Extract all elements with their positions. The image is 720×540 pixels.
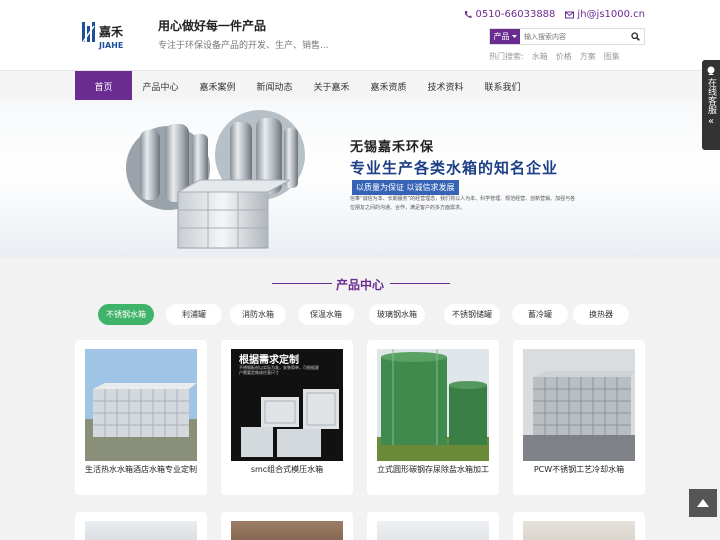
arrow-up-icon bbox=[697, 499, 709, 507]
svg-text:嘉禾: 嘉禾 bbox=[98, 24, 124, 39]
nav-item-technical[interactable]: 技术资料 bbox=[417, 71, 474, 101]
product-caption[interactable]: PCW不锈钢工艺冷却水箱 bbox=[519, 464, 639, 475]
nav-item-qualifications[interactable]: 嘉禾资质 bbox=[360, 71, 417, 101]
chat-icon bbox=[707, 66, 715, 75]
search-bar: 产品 bbox=[489, 28, 645, 45]
nav-item-about[interactable]: 关于嘉禾 bbox=[303, 71, 360, 101]
online-service-label: 在线客服 bbox=[706, 78, 716, 114]
hot-search-label: 热门搜索: bbox=[489, 52, 524, 61]
product-card[interactable] bbox=[367, 512, 499, 540]
back-to-top-button[interactable] bbox=[689, 489, 717, 517]
mail-icon bbox=[565, 11, 575, 18]
title-divider-right bbox=[390, 283, 450, 284]
collapse-arrow-icon[interactable]: « bbox=[708, 116, 714, 127]
search-button[interactable] bbox=[626, 29, 644, 44]
search-input[interactable] bbox=[520, 29, 626, 44]
product-caption[interactable]: smc组合式模压水箱 bbox=[227, 464, 347, 475]
product-card[interactable] bbox=[221, 512, 353, 540]
site-logo[interactable]: 嘉禾 JIAHE bbox=[80, 18, 144, 50]
search-icon bbox=[630, 32, 640, 41]
product-caption[interactable]: 立式圆形碳钢存尿除盐水箱加工 bbox=[373, 464, 493, 475]
tab-stainless-storage-tank[interactable]: 不锈钢储罐 bbox=[444, 304, 500, 325]
product-image bbox=[377, 349, 489, 461]
product-card[interactable]: 生活热水水箱酒店水箱专业定制 bbox=[75, 340, 207, 495]
banner-tagline: 以质量为保证 以诚信求发展 bbox=[352, 180, 459, 195]
search-category-label: 产品 bbox=[493, 32, 510, 41]
svg-text:JIAHE: JIAHE bbox=[98, 41, 123, 50]
tab-stainless-water-tank[interactable]: 不锈钢水箱 bbox=[98, 304, 154, 325]
nav-item-news[interactable]: 新闻动态 bbox=[246, 71, 303, 101]
hot-search-term[interactable]: 水箱 bbox=[532, 51, 548, 62]
email-contact[interactable]: jh@js1000.cn bbox=[565, 9, 645, 20]
nav-item-cases[interactable]: 嘉禾案例 bbox=[189, 71, 246, 101]
tab-lipu-tank[interactable]: 利浦罐 bbox=[166, 304, 222, 325]
hot-search-term[interactable]: 图集 bbox=[604, 51, 620, 62]
product-card[interactable]: 根据需求定制 不锈钢板材以实际为准，安装简单，可根据客户需要定做成任意尺寸 sm… bbox=[221, 340, 353, 495]
product-image bbox=[377, 521, 489, 540]
banner-tank-photo bbox=[126, 110, 305, 249]
site-slogan: 用心做好每一件产品 bbox=[158, 19, 267, 33]
product-card[interactable] bbox=[75, 512, 207, 540]
hot-searches: 热门搜索: 水箱 价格 方案 图集 bbox=[489, 51, 620, 62]
section-title: 产品中心 bbox=[335, 278, 384, 292]
product-image bbox=[231, 521, 343, 540]
main-nav: 首页 产品中心 嘉禾案例 新闻动态 关于嘉禾 嘉禾资质 技术资料 联系我们 bbox=[0, 70, 720, 101]
nav-item-products[interactable]: 产品中心 bbox=[132, 71, 189, 101]
hero-banner[interactable]: 无锡嘉禾环保 专业生产各类水箱的知名企业 以质量为保证 以诚信求发展 信奉“诚信… bbox=[0, 100, 720, 258]
tab-fiberglass-tank[interactable]: 玻璃钢水箱 bbox=[369, 304, 425, 325]
site-subslogan: 专注于环保设备产品的开发、生产、销售... bbox=[158, 41, 329, 51]
hot-search-term[interactable]: 方案 bbox=[580, 51, 596, 62]
product-card[interactable]: PCW不锈钢工艺冷却水箱 bbox=[513, 340, 645, 495]
phone-icon bbox=[465, 11, 472, 18]
product-image bbox=[85, 521, 197, 540]
product-caption[interactable]: 生活热水水箱酒店水箱专业定制 bbox=[81, 464, 201, 475]
caret-down-icon bbox=[511, 34, 517, 38]
tab-cold-storage-tank[interactable]: 蓄冷罐 bbox=[512, 304, 568, 325]
product-image bbox=[85, 349, 197, 461]
tab-fire-tank[interactable]: 消防水箱 bbox=[230, 304, 286, 325]
search-category-select[interactable]: 产品 bbox=[490, 29, 520, 44]
banner-description: 信奉“诚信为本、长期服务”的经营理念，我们将以人为本、科学管理、规范经营、创新营… bbox=[350, 196, 576, 211]
product-card[interactable] bbox=[513, 512, 645, 540]
online-service-widget[interactable]: 在线客服 « bbox=[702, 60, 720, 150]
hot-search-term[interactable]: 价格 bbox=[556, 51, 572, 62]
tab-heat-exchanger[interactable]: 换热器 bbox=[573, 304, 629, 325]
product-image bbox=[523, 349, 635, 461]
phone-number: 0510-66033888 bbox=[475, 9, 556, 20]
product-image bbox=[523, 521, 635, 540]
product-image: 根据需求定制 不锈钢板材以实际为准，安装简单，可根据客户需要定做成任意尺寸 bbox=[231, 349, 343, 461]
header: 嘉禾 JIAHE 用心做好每一件产品 专注于环保设备产品的开发、生产、销售...… bbox=[0, 0, 720, 70]
contact-info: 0510-66033888 jh@js1000.cn bbox=[464, 9, 645, 20]
email-address: jh@js1000.cn bbox=[577, 9, 645, 20]
nav-item-home[interactable]: 首页 bbox=[75, 71, 132, 101]
nav-item-contact[interactable]: 联系我们 bbox=[474, 71, 531, 101]
banner-company: 无锡嘉禾环保 bbox=[350, 140, 435, 155]
tab-insulated-tank[interactable]: 保温水箱 bbox=[298, 304, 354, 325]
banner-headline: 专业生产各类水箱的知名企业 bbox=[350, 159, 559, 177]
phone-contact[interactable]: 0510-66033888 bbox=[464, 9, 555, 20]
product-card[interactable]: 立式圆形碳钢存尿除盐水箱加工 bbox=[367, 340, 499, 495]
